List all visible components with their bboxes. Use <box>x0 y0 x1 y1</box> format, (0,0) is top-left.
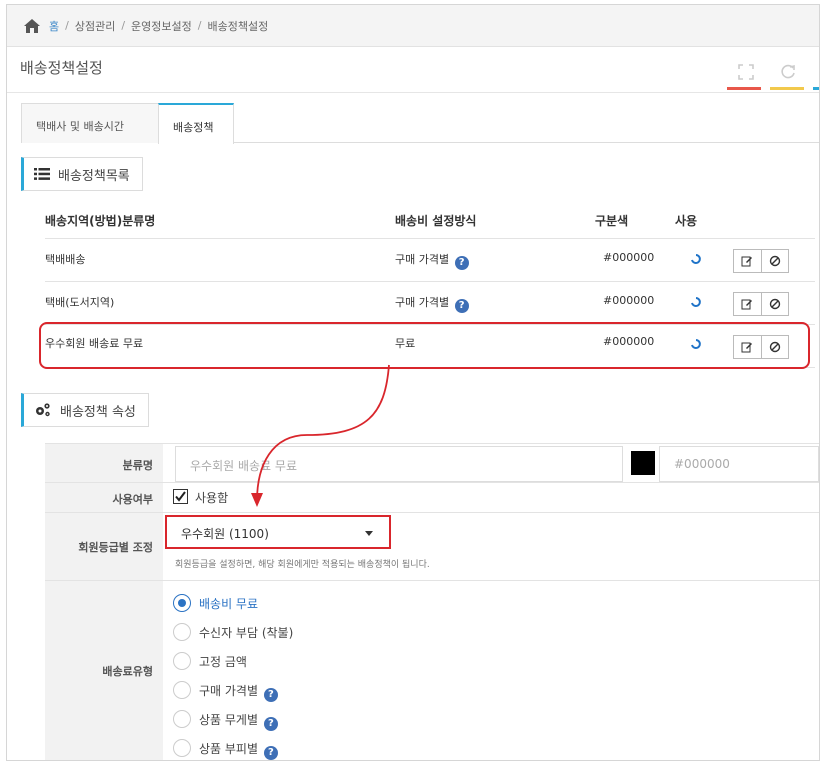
edit-button[interactable] <box>734 250 761 272</box>
page-title: 배송정책설정 <box>20 59 103 77</box>
disable-button[interactable] <box>760 293 788 315</box>
fee-option-free: 배송비 무료 <box>199 597 259 611</box>
home-icon[interactable] <box>23 18 41 34</box>
breadcrumb-item-current: 배송정책설정 <box>207 19 269 33</box>
row-method: 구매 가격별 ? <box>395 251 469 270</box>
fee-radio-fixed[interactable] <box>173 652 191 670</box>
ban-icon <box>769 255 781 267</box>
fee-radio-volume[interactable] <box>173 739 191 757</box>
name-label: 분류명 <box>45 444 163 482</box>
tab-delivery-policy[interactable]: 배송정책 <box>158 103 234 144</box>
color-swatch[interactable] <box>631 451 655 475</box>
gears-icon <box>36 403 50 417</box>
title-bar: 배송정책설정 <box>7 47 819 93</box>
help-icon[interactable]: ? <box>263 688 278 702</box>
fee-radio-weight[interactable] <box>173 710 191 728</box>
breadcrumb-item-operation[interactable]: 운영정보설정 <box>131 18 192 34</box>
fee-option-cod: 수신자 부담 (착불) <box>199 626 294 640</box>
col-header-color: 구분색 <box>595 214 629 228</box>
table-row: 택배(도서지역) 구매 가격별 ? #000000 <box>45 282 815 325</box>
breadcrumb-item-store[interactable]: 상점관리 <box>75 18 115 34</box>
name-input[interactable]: 우수회원 배송료 무료 <box>175 446 623 482</box>
check-icon <box>175 491 186 502</box>
table-row: 택배배송 구매 가격별 ? #000000 <box>45 239 815 282</box>
toolbar-underline-red <box>727 87 761 90</box>
fullscreen-icon[interactable] <box>737 63 755 81</box>
fee-option-weight: 상품 무게별 ? <box>199 711 278 731</box>
breadcrumb-home[interactable]: 홈 <box>49 18 59 34</box>
row-method: 구매 가격별 ? <box>395 294 469 313</box>
col-header-use: 사용 <box>675 214 698 228</box>
edit-button[interactable] <box>734 293 761 315</box>
toolbar-underline-blue <box>813 87 819 90</box>
list-icon <box>34 168 50 180</box>
toggle-on-icon[interactable] <box>689 294 703 308</box>
tab-bar: 택배사 및 배송시간 배송정책 <box>21 103 819 144</box>
fee-radio-free[interactable] <box>173 594 191 612</box>
policy-list-heading-text: 배송정책목록 <box>58 168 130 184</box>
row-name: 택배배송 <box>45 253 86 266</box>
help-icon[interactable]: ? <box>454 299 469 313</box>
policy-list-heading: 배송정책목록 <box>21 157 143 191</box>
edit-icon <box>741 299 753 310</box>
fee-radio-cod[interactable] <box>173 623 191 641</box>
use-label: 사용여부 <box>45 483 163 512</box>
use-checkbox-label: 사용함 <box>195 491 229 505</box>
row-color: #000000 <box>603 294 655 307</box>
form-row-name: 분류명 우수회원 배송료 무료 #000000 <box>45 443 819 483</box>
color-input[interactable]: #000000 <box>659 446 819 482</box>
policy-attr-heading: 배송정책 속성 <box>21 393 149 427</box>
grade-label: 회원등급별 조정 <box>45 513 163 580</box>
table-header: 배송지역(방법)분류명 배송비 설정방식 구분색 사용 <box>45 203 815 239</box>
fee-option-volume: 상품 부피별 ? <box>199 740 278 760</box>
row-name: 택배(도서지역) <box>45 296 115 309</box>
selected-row-highlight <box>39 322 810 369</box>
fee-radio-price[interactable] <box>173 681 191 699</box>
col-header-name: 배송지역(방법)분류명 <box>45 214 156 228</box>
form-row-fee-type: 배송료유형 배송비 무료 수신자 부담 (착불) 고정 금액 구매 가격별 ? … <box>45 581 819 760</box>
app-frame: 홈 / 상점관리 / 운영정보설정 / 배송정책설정 배송정책설정 택배사 및 … <box>6 4 820 761</box>
help-icon[interactable]: ? <box>263 717 278 731</box>
row-color: #000000 <box>603 251 655 264</box>
use-checkbox[interactable] <box>173 489 188 504</box>
grade-help-text: 회원등급을 설정하면, 해당 회원에게만 적용되는 배송정책이 됩니다. <box>175 560 430 570</box>
form-row-use: 사용여부 사용함 <box>45 483 819 513</box>
toolbar-underline-yellow <box>770 87 804 90</box>
col-header-method: 배송비 설정방식 <box>395 214 477 228</box>
edit-icon <box>741 256 753 267</box>
fee-option-price: 구매 가격별 ? <box>199 682 278 702</box>
disable-button[interactable] <box>760 250 788 272</box>
ban-icon <box>769 298 781 310</box>
refresh-icon[interactable] <box>779 63 797 81</box>
fee-option-fixed: 고정 금액 <box>199 655 247 669</box>
row-actions <box>733 249 789 273</box>
fee-type-label: 배송료유형 <box>45 581 163 760</box>
toggle-on-icon[interactable] <box>689 251 703 265</box>
help-icon[interactable]: ? <box>454 256 469 270</box>
grade-select-highlight <box>165 515 391 549</box>
breadcrumb: 홈 / 상점관리 / 운영정보설정 / 배송정책설정 <box>7 5 819 47</box>
form-row-grade: 회원등급별 조정 우수회원 (1100) 회원등급을 설정하면, 해당 회원에게… <box>45 513 819 581</box>
policy-attr-heading-text: 배송정책 속성 <box>60 404 136 420</box>
help-icon[interactable]: ? <box>263 746 278 760</box>
tab-courier-delivery-time[interactable]: 택배사 및 배송시간 <box>21 103 159 143</box>
row-actions <box>733 292 789 316</box>
